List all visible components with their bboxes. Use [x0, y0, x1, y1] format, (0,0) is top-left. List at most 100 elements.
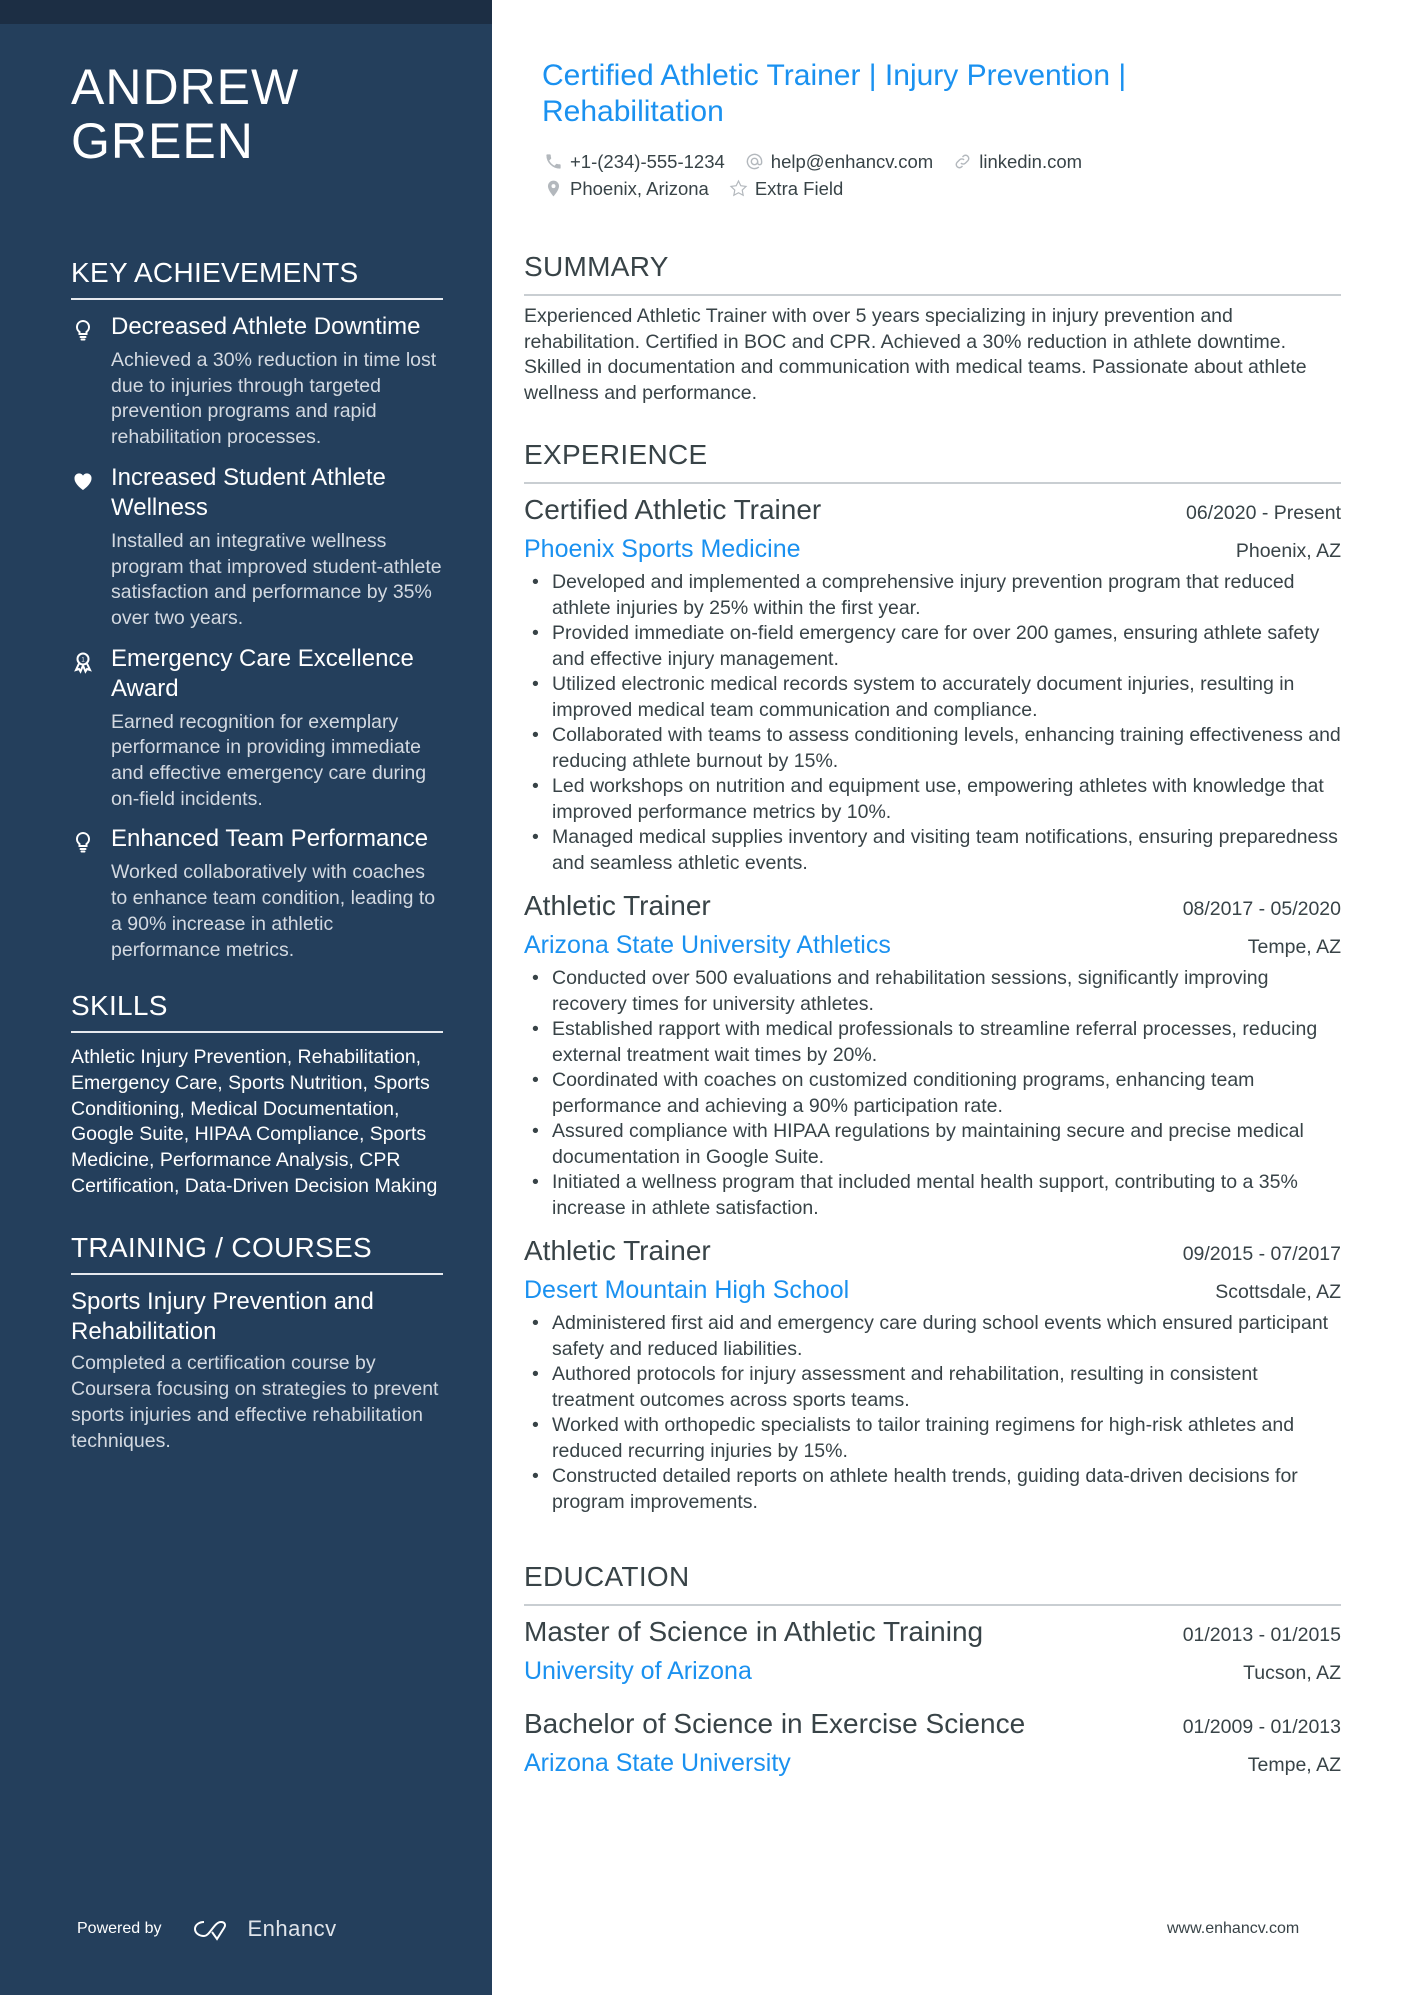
education-school: University of Arizona [524, 1657, 752, 1685]
award-medal-icon: 1 [71, 644, 111, 813]
achievement-description: Earned recognition for exemplary perform… [111, 710, 427, 810]
sidebar-top-strip [0, 0, 492, 24]
job-bullet: Provided immediate on-field emergency ca… [524, 621, 1341, 672]
education-school: Arizona State University [524, 1749, 791, 1777]
course-item: Sports Injury Prevention and Rehabilitat… [71, 1287, 443, 1454]
job-dates: 09/2015 - 07/2017 [1182, 1243, 1341, 1265]
achievement-item: 1 Emergency Care Excellence Award Earned… [71, 644, 443, 813]
job-bullet: Led workshops on nutrition and equipment… [524, 774, 1341, 825]
key-achievements-title: KEY ACHIEVEMENTS [71, 256, 443, 300]
job-bullet: Authored protocols for injury assessment… [524, 1362, 1341, 1413]
contact-email[interactable]: help@enhancv.com [745, 151, 933, 173]
job-entry: Athletic Trainer 08/2017 - 05/2020 Arizo… [524, 886, 1341, 1221]
job-location: Scottsdale, AZ [1215, 1281, 1341, 1303]
contact-link[interactable]: linkedin.com [953, 151, 1082, 173]
job-bullets: Developed and implemented a comprehensiv… [524, 570, 1341, 876]
education-degree: Master of Science in Athletic Training [524, 1616, 984, 1647]
link-icon [955, 154, 970, 169]
training-title: TRAINING / COURSES [71, 1231, 443, 1276]
training-section: TRAINING / COURSES Sports Injury Prevent… [71, 1231, 443, 1454]
education-entry: Master of Science in Athletic Training 0… [524, 1612, 1341, 1690]
experience-section: EXPERIENCE Certified Athletic Trainer 06… [524, 438, 1341, 1515]
job-location: Phoenix, AZ [1235, 540, 1341, 562]
job-bullet: Administered first aid and emergency car… [524, 1311, 1341, 1362]
name-first: ANDREW [71, 59, 300, 115]
job-bullet: Utilized electronic medical records syst… [524, 672, 1341, 723]
website-link[interactable]: www.enhancv.com [1167, 1920, 1299, 1938]
job-bullet: Worked with orthopedic specialists to ta… [524, 1413, 1341, 1464]
contact-extra: Extra Field [729, 178, 843, 200]
achievement-description: Worked collaboratively with coaches to e… [111, 861, 436, 961]
email-text: help@enhancv.com [770, 150, 934, 172]
job-company: Phoenix Sports Medicine [524, 535, 801, 563]
headline: Certified Athletic Trainer | Injury Prev… [542, 59, 1127, 128]
skills-section: SKILLS Athletic Injury Prevention, Rehab… [71, 989, 443, 1199]
location-text: Phoenix, Arizona [570, 177, 709, 199]
contact-phone[interactable]: +1-(234)-555-1234 [544, 151, 725, 173]
job-bullet: Initiated a wellness program that includ… [524, 1170, 1341, 1221]
job-company: Arizona State University Athletics [524, 931, 891, 959]
achievement-description: Achieved a 30% reduction in time lost du… [111, 349, 437, 449]
education-degree: Bachelor of Science in Exercise Science [524, 1708, 1026, 1739]
achievement-item: Increased Student Athlete Wellness Insta… [71, 463, 443, 632]
education-entry: Bachelor of Science in Exercise Science … [524, 1704, 1341, 1782]
job-bullet: Established rapport with medical profess… [524, 1017, 1341, 1068]
name-last: GREEN [71, 113, 254, 169]
course-title: Sports Injury Prevention and Rehabilitat… [71, 1288, 374, 1346]
phone-icon [546, 154, 561, 169]
achievement-item: Enhanced Team Performance Worked collabo… [71, 824, 443, 963]
powered-by: Powered by Enhancv [77, 1916, 337, 1942]
summary-title: SUMMARY [524, 250, 1341, 296]
education-dates: 01/2013 - 01/2015 [1182, 1624, 1341, 1646]
job-bullet: Constructed detailed reports on athlete … [524, 1464, 1341, 1515]
education-title: EDUCATION [524, 1560, 1341, 1606]
job-entry: Athletic Trainer 09/2015 - 07/2017 Deser… [524, 1231, 1341, 1515]
education-location: Tucson, AZ [1243, 1662, 1341, 1684]
achievement-title: Increased Student Athlete Wellness [111, 463, 386, 521]
course-description: Completed a certification course by Cour… [71, 1352, 439, 1452]
achievement-title: Enhanced Team Performance [111, 825, 429, 853]
job-location: Tempe, AZ [1247, 936, 1341, 958]
at-icon [746, 153, 763, 170]
skills-title: SKILLS [71, 989, 443, 1034]
location-pin-icon [547, 180, 560, 197]
job-bullets: Conducted over 500 evaluations and rehab… [524, 966, 1341, 1221]
job-bullet: Managed medical supplies inventory and v… [524, 825, 1341, 876]
svg-text:1: 1 [81, 657, 85, 663]
job-dates: 08/2017 - 05/2020 [1182, 898, 1341, 920]
summary-section: SUMMARY Experienced Athletic Trainer wit… [524, 250, 1341, 406]
powered-by-label: Powered by [77, 1920, 162, 1937]
job-bullet: Coordinated with coaches on customized c… [524, 1068, 1341, 1119]
key-achievements-section: KEY ACHIEVEMENTS Decreased Athlete Downt… [71, 256, 443, 963]
phone-text: +1-(234)-555-1234 [570, 150, 725, 172]
job-bullet: Assured compliance with HIPAA regulation… [524, 1119, 1341, 1170]
enhancv-logo-text: Enhancv [247, 1916, 337, 1941]
lightbulb-icon [71, 312, 111, 451]
job-title: Athletic Trainer [524, 890, 711, 921]
achievement-description: Installed an integrative wellness progra… [111, 529, 442, 629]
summary-text: Experienced Athletic Trainer with over 5… [524, 305, 1307, 404]
job-entry: Certified Athletic Trainer 06/2020 - Pre… [524, 490, 1341, 876]
education-location: Tempe, AZ [1247, 1754, 1341, 1776]
education-dates: 01/2009 - 01/2013 [1182, 1716, 1341, 1738]
job-bullet: Collaborated with teams to assess condit… [524, 723, 1341, 774]
achievement-title: Emergency Care Excellence Award [111, 644, 414, 702]
job-title: Athletic Trainer [524, 1235, 711, 1266]
enhancv-logo[interactable]: Enhancv [190, 1916, 337, 1942]
extra-field-text: Extra Field [754, 177, 844, 199]
enhancv-logo-icon [193, 1920, 226, 1941]
education-section: EDUCATION Master of Science in Athletic … [524, 1560, 1341, 1782]
sidebar: ANDREW GREEN KEY ACHIEVEMENTS Decreased … [0, 0, 492, 1995]
heart-icon [71, 463, 111, 632]
job-title: Certified Athletic Trainer [524, 494, 822, 525]
contact-location: Phoenix, Arizona [544, 178, 709, 200]
skills-list: Athletic Injury Prevention, Rehabilitati… [71, 1046, 438, 1197]
achievement-item: Decreased Athlete Downtime Achieved a 30… [71, 312, 443, 451]
star-icon [729, 179, 748, 197]
job-dates: 06/2020 - Present [1185, 502, 1341, 524]
candidate-name: ANDREW GREEN [71, 60, 443, 168]
job-company: Desert Mountain High School [524, 1276, 850, 1304]
link-text: linkedin.com [979, 150, 1083, 172]
job-bullet: Developed and implemented a comprehensiv… [524, 570, 1341, 621]
experience-title: EXPERIENCE [524, 438, 1341, 484]
